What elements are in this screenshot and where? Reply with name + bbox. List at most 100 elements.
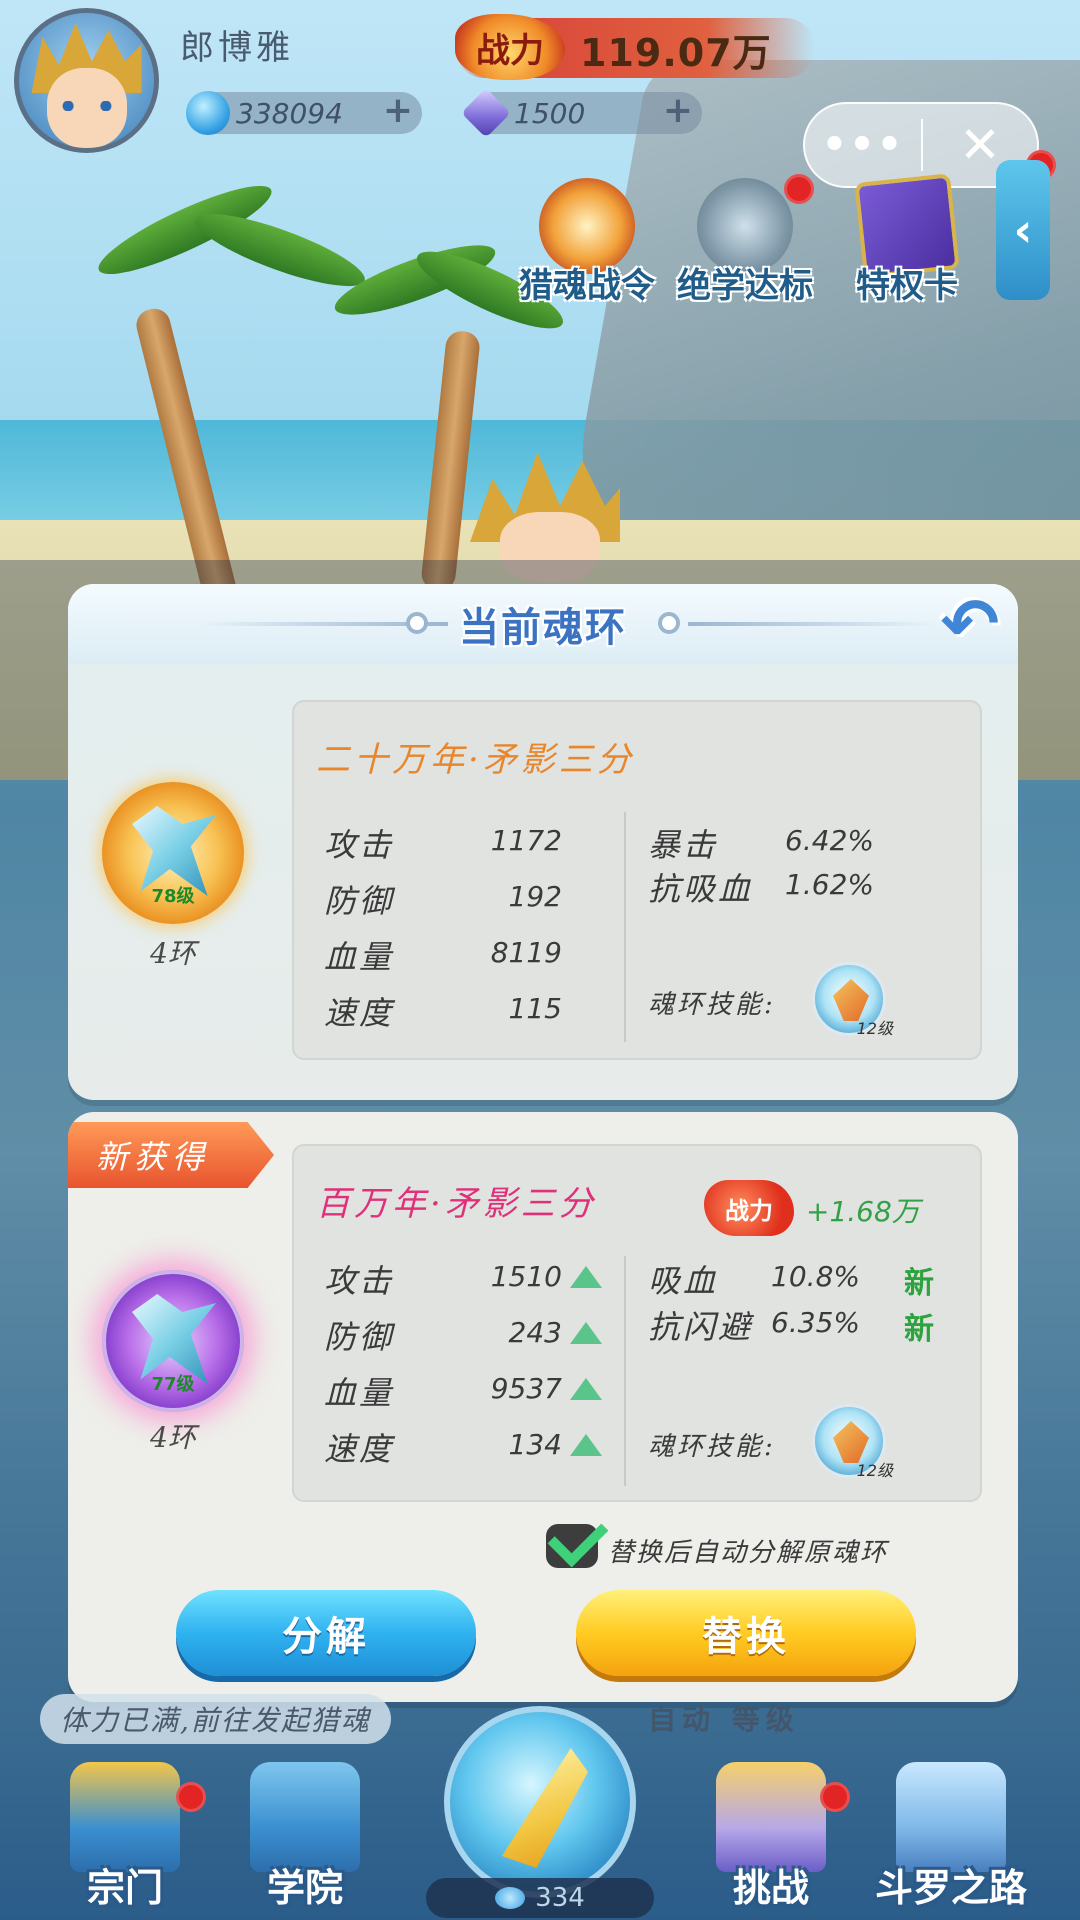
level-label[interactable]: 等级 [732,1703,800,1736]
soul-hunt-orb-button[interactable] [444,1706,636,1898]
auto-decompose-label: 替换后自动分解原魂环 [608,1538,889,1568]
nav-sect[interactable]: 宗门 [60,1762,190,1912]
ring-name: 二十万年·矛影三分 [316,740,635,780]
ring-name: 百万年·矛影三分 [316,1184,597,1224]
stat-value: 1172 [490,824,562,857]
crystal-block-icon [896,1762,1006,1872]
more-menu-button[interactable]: ••• [805,125,921,165]
new-soul-ring-icon: 77级 [102,1270,244,1412]
panel-title: 当前魂环 [459,605,627,651]
stat-value: 1.62% [785,868,874,901]
power-value: 119.07万 [580,31,772,75]
stat-value: 6.35% [771,1306,860,1339]
notification-dot [176,1782,206,1812]
collapse-arrow-button[interactable]: ‹ [996,160,1050,300]
title-decoration [688,622,938,626]
current-soul-ring-icon: 78级 [102,782,244,924]
activity-privilege-card[interactable]: 特权卡 [852,173,962,306]
stat-name: 防御 [324,1318,395,1356]
stamina-tip[interactable]: 体力已满,前往发起猎魂 [40,1694,391,1744]
skill-level: 12级 [856,1461,893,1480]
new-soul-ring-panel: 新获得 77级 4环 百万年·矛影三分 战力 +1.68万 攻击 1510 防御… [68,1112,1018,1702]
title-decoration [406,612,428,634]
activity-label: 猎魂战令 [519,266,655,306]
auto-decompose-checkbox[interactable] [546,1524,598,1568]
stat-value: 243 [508,1316,562,1349]
current-stats-box: 二十万年·矛影三分 攻击 1172 防御 192 血量 8119 速度 115 … [292,700,982,1060]
notification-dot [820,1782,850,1812]
activity-label: 绝学达标 [677,266,813,306]
power-badge-icon: 战力 [704,1180,794,1236]
stat-value: 134 [508,1428,562,1461]
nav-douluo-road[interactable]: 斗罗之路 [875,1762,1027,1912]
stat-name: 暴击 [648,826,719,864]
new-obtained-flag: 新获得 [68,1122,274,1188]
panel-header: 当前魂环 [68,584,1018,664]
academy-building-icon [250,1762,360,1872]
increase-arrow-icon [570,1434,602,1456]
ring-slot-label: 4环 [150,937,196,970]
increase-arrow-icon [570,1322,602,1344]
stat-name: 速度 [324,994,395,1032]
notification-dot [784,174,814,204]
stat-name: 攻击 [324,1262,395,1300]
soul-drop-resource: 338094 + [186,91,422,135]
nav-label: 宗门 [86,1866,163,1910]
stat-name: 抗闪避 [648,1308,754,1346]
ring-slot-label: 4环 [150,1421,196,1454]
stat-name: 吸血 [648,1262,719,1300]
player-avatar[interactable] [14,8,159,153]
increase-arrow-icon [570,1266,602,1288]
soul-skill-icon[interactable]: 12级 [812,962,893,1038]
activity-hunt-pass[interactable]: 猎魂战令 [519,178,655,306]
title-decoration [658,612,680,634]
stat-value: 6.42% [785,824,874,857]
auto-level-labels: 自动 等级 [648,1698,800,1738]
stat-name: 抗吸血 [648,870,754,908]
nav-label: 斗罗之路 [874,1866,1027,1910]
decompose-button[interactable]: 分解 [176,1590,476,1676]
nav-challenge[interactable]: 挑战 [706,1762,836,1912]
stat-name: 防御 [324,882,395,920]
nav-academy[interactable]: 学院 [240,1762,370,1912]
replace-button[interactable]: 替换 [576,1590,916,1676]
stat-name: 血量 [324,938,395,976]
trophy-icon [716,1762,826,1872]
power-badge-label: 战力 [725,1196,773,1225]
power-delta: +1.68万 [806,1195,920,1228]
sect-building-icon [70,1762,180,1872]
back-button[interactable]: ↶ [934,588,1006,660]
new-stats-box: 百万年·矛影三分 战力 +1.68万 攻击 1510 防御 243 血量 953… [292,1144,982,1502]
new-stat-tag: 新 [904,1312,934,1347]
add-soul-drop-button[interactable]: + [380,93,416,131]
stat-name: 速度 [324,1430,395,1468]
stat-name: 血量 [324,1374,395,1412]
current-soul-ring-panel: 当前魂环 ↶ 78级 4环 二十万年·矛影三分 攻击 1172 防御 192 血… [68,584,1018,1100]
stat-value: 1510 [490,1260,562,1293]
soul-drop-icon [495,1887,526,1909]
activity-label: 特权卡 [856,266,958,306]
soul-drop-value: 338094 [236,96,343,130]
add-crystal-button[interactable]: + [660,93,696,131]
crystal-resource: 1500 + [461,88,702,138]
ring-level: 77级 [151,1374,195,1395]
ring-level: 78级 [151,886,195,907]
skill-label: 魂环技能: [648,1432,776,1462]
stats-divider [624,812,626,1042]
auto-label[interactable]: 自动 [648,1703,716,1736]
crystal-value: 1500 [514,96,586,130]
soul-drop-icon [186,91,230,135]
palm-leaf [188,200,372,300]
nav-label: 学院 [266,1866,343,1910]
stat-value: 8119 [490,936,562,969]
stat-name: 攻击 [324,826,395,864]
stat-value: 9537 [490,1372,562,1405]
nav-label: 挑战 [732,1866,809,1910]
stats-divider [624,1256,626,1486]
stat-value: 10.8% [771,1260,860,1293]
orb-count-value: 334 [535,1883,585,1913]
skill-label: 魂环技能: [648,990,776,1020]
soul-skill-icon[interactable]: 12级 [812,1404,893,1480]
increase-arrow-icon [570,1378,602,1400]
power-label: 战力 [476,30,544,71]
